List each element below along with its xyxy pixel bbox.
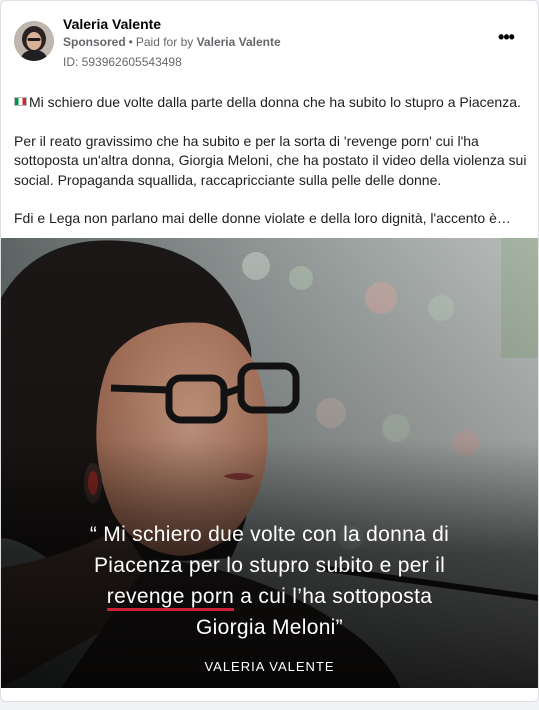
media-quote: “ Mi schiero due volte con la donna di P… [1,519,538,643]
more-horizontal-icon: ••• [498,26,515,47]
post-paragraph: Mi schiero due volte dalla parte della d… [14,93,529,113]
quote-highlight: revenge porn [106,585,235,611]
meta-separator: • [128,35,133,49]
ad-id: ID: 593962605543498 [63,55,182,69]
ad-post-card: Valeria Valente Sponsored • Paid for by Va… [0,0,539,702]
quote-line: “ Mi schiero due volte con la donna di [89,523,450,546]
quote-line: revenge porn a cui l’ha sottoposta [1,581,538,612]
post-paragraph[interactable]: Fdi e Lega non parlano mai delle donne v… [14,209,529,229]
quote-line: Giorgia Meloni” [196,616,343,639]
italy-flag-icon [14,97,27,106]
sponsored-label: Sponsored [63,35,126,49]
post-paragraph: Per il reato gravissimo che ha subito e … [14,132,527,188]
post-body: Mi schiero due volte dalla parte della d… [14,93,529,248]
avatar-image [14,21,54,61]
sponsored-meta: Sponsored • Paid for by Valeria Valente [63,35,281,49]
quote-line: Piacenza per lo stupro subito e per il [93,554,446,577]
post-header: Valeria Valente Sponsored • Paid for by Va… [1,1,538,79]
paid-for-by-label: Paid for by [135,35,194,49]
author-name[interactable]: Valeria Valente [63,16,161,32]
paid-for-by-name[interactable]: Valeria Valente [197,35,281,49]
avatar[interactable] [14,21,54,61]
quote-signature: VALERIA VALENTE [204,659,335,674]
post-footer [1,688,538,701]
more-options-button[interactable]: ••• [494,27,518,47]
